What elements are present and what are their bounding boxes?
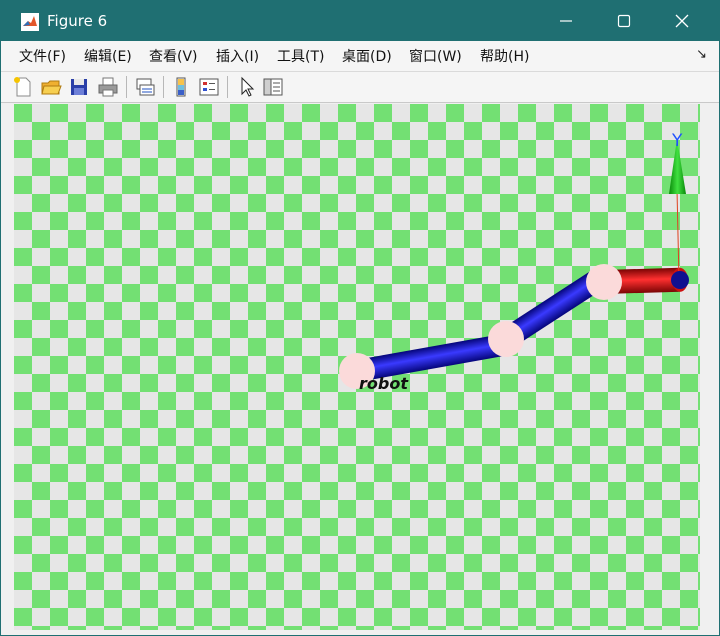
robot-joint-3 (586, 264, 622, 300)
colorbar-icon[interactable] (169, 75, 193, 99)
edit-plot-icon[interactable] (234, 75, 258, 99)
menu-window[interactable]: 窗口(W) (409, 46, 462, 66)
maximize-icon (617, 14, 631, 28)
figure-canvas[interactable]: Y robot (14, 104, 700, 630)
menu-edit[interactable]: 编辑(E) (84, 46, 132, 66)
robot-joint-2 (488, 321, 524, 357)
menu-file[interactable]: 文件(F) (19, 46, 66, 66)
tool-frame-origin (671, 271, 689, 289)
toolbar-divider (227, 76, 228, 98)
link-plot-icon[interactable] (133, 75, 157, 99)
legend-icon[interactable] (197, 75, 221, 99)
menu-insert[interactable]: 插入(I) (216, 46, 259, 66)
save-icon[interactable] (67, 75, 91, 99)
menu-desktop[interactable]: 桌面(D) (342, 46, 392, 66)
toolbar (1, 72, 719, 103)
window-title: Figure 6 (47, 12, 108, 30)
matlab-icon (21, 13, 39, 31)
property-inspector-icon[interactable] (261, 75, 285, 99)
new-figure-icon[interactable] (11, 75, 35, 99)
robot-label: robot (359, 374, 409, 393)
dock-arrow-icon[interactable]: ↘ (696, 47, 707, 62)
open-file-icon[interactable] (39, 75, 63, 99)
toolbar-divider (163, 76, 164, 98)
close-icon (675, 14, 689, 28)
minimize-button[interactable] (537, 1, 595, 41)
maximize-button[interactable] (595, 1, 653, 41)
title-bar[interactable]: Figure 6 (1, 1, 719, 41)
menu-bar: 文件(F) 编辑(E) 查看(V) 插入(I) 工具(T) 桌面(D) 窗口(W… (1, 41, 719, 72)
figure-window: Figure 6 文件(F) 编辑(E) 查看(V) 插入(I) 工具(T) 桌… (0, 0, 720, 636)
toolbar-divider (126, 76, 127, 98)
close-button[interactable] (653, 1, 711, 41)
y-axis-label: Y (671, 131, 683, 151)
menu-view[interactable]: 查看(V) (149, 46, 198, 66)
menu-tools[interactable]: 工具(T) (277, 46, 324, 66)
minimize-icon (560, 20, 572, 22)
print-icon[interactable] (96, 75, 120, 99)
menu-help[interactable]: 帮助(H) (480, 46, 529, 66)
